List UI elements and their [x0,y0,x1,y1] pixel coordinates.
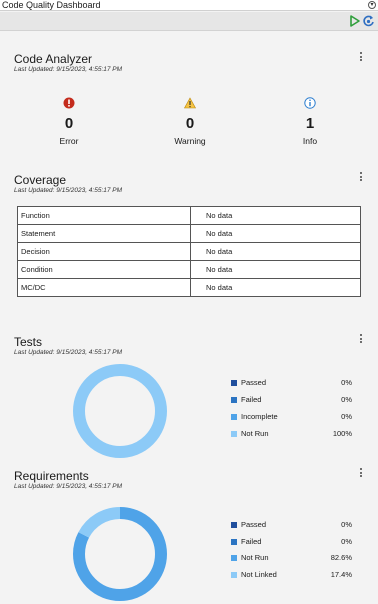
coverage-metric-name: Decision [17,242,191,261]
run-icon[interactable] [348,14,361,28]
code-analyzer-title: Code Analyzer [14,52,93,66]
legend-swatch [231,555,237,561]
info-count: 1 [305,115,315,132]
tests-slice-not-run [73,364,167,458]
coverage-table: Function No data Statement No data Decis… [17,206,361,297]
coverage-metric-value: No data [190,278,361,297]
error-count: 0 [64,115,74,132]
legend-value: 17.4% [330,570,352,579]
coverage-updated: Last Updated: 9/15/2023, 4:55:17 PM [14,187,123,194]
error-icon [63,97,75,109]
tests-donut-chart [73,364,167,458]
legend-label: Incomplete [241,412,278,421]
coverage-metric-name: Function [17,206,191,225]
window-titlebar: Code Quality Dashboard ▾ [0,0,378,11]
legend-value: 82.6% [330,553,352,562]
info-icon [304,97,316,109]
requirements-updated: Last Updated: 9/15/2023, 4:55:17 PM [14,483,123,490]
legend-item: Failed 0% [231,395,356,405]
warning-metric: 0 Warning [150,97,230,146]
legend-value: 0% [341,395,352,404]
table-row: Function No data [17,206,361,225]
legend-label: Not Linked [241,570,277,579]
legend-label: Failed [241,537,262,546]
legend-label: Failed [241,395,262,404]
legend-swatch [231,539,237,545]
legend-swatch [231,397,237,403]
legend-label: Passed [241,520,267,529]
legend-swatch [231,572,237,578]
window-menu-chevron-icon[interactable]: ▾ [368,1,376,9]
coverage-metric-value: No data [190,242,361,261]
table-row: MC/DC No data [17,278,361,297]
legend-item: Failed 0% [231,537,356,547]
error-label: Error [59,136,79,146]
refresh-icon[interactable] [362,14,375,28]
legend-item: Passed 0% [231,378,356,388]
legend-label: Not Run [241,553,269,562]
legend-swatch [231,380,237,386]
coverage-more-icon[interactable] [359,172,363,182]
tests-more-icon[interactable] [359,334,363,344]
info-label: Info [302,136,318,146]
table-row: Decision No data [17,242,361,261]
legend-value: 0% [341,520,352,529]
legend-swatch [231,431,237,437]
requirements-title: Requirements [14,469,89,483]
legend-value: 0% [341,378,352,387]
legend-swatch [231,414,237,420]
code-analyzer-updated: Last Updated: 9/15/2023, 4:55:17 PM [14,66,123,73]
legend-value: 0% [341,537,352,546]
legend-label: Not Run [241,429,269,438]
coverage-metric-value: No data [190,224,361,243]
warning-icon [184,97,196,109]
coverage-title: Coverage [14,173,67,187]
error-metric: 0 Error [29,97,109,146]
requirements-donut-chart [73,507,167,601]
warning-count: 0 [185,115,195,132]
tests-updated: Last Updated: 9/15/2023, 4:55:17 PM [14,349,123,356]
legend-swatch [231,522,237,528]
legend-value: 0% [341,412,352,421]
code-analyzer-more-icon[interactable] [359,52,363,62]
legend-item: Not Run 82.6% [231,553,356,563]
legend-item: Passed 0% [231,520,356,530]
info-metric: 1 Info [270,97,350,146]
coverage-metric-name: Condition [17,260,191,279]
legend-value: 100% [332,429,352,438]
coverage-metric-name: MC/DC [17,278,191,297]
coverage-metric-name: Statement [17,224,191,243]
window-title: Code Quality Dashboard [2,0,101,10]
coverage-metric-value: No data [190,206,361,225]
coverage-metric-value: No data [190,260,361,279]
warning-label: Warning [174,136,206,146]
table-row: Condition No data [17,260,361,279]
legend-item: Incomplete 0% [231,412,356,422]
legend-item: Not Run 100% [231,429,356,439]
legend-label: Passed [241,378,267,387]
tests-title: Tests [14,335,43,349]
table-row: Statement No data [17,224,361,243]
toolbar [0,12,378,31]
requirements-more-icon[interactable] [359,468,363,478]
legend-item: Not Linked 17.4% [231,570,356,580]
